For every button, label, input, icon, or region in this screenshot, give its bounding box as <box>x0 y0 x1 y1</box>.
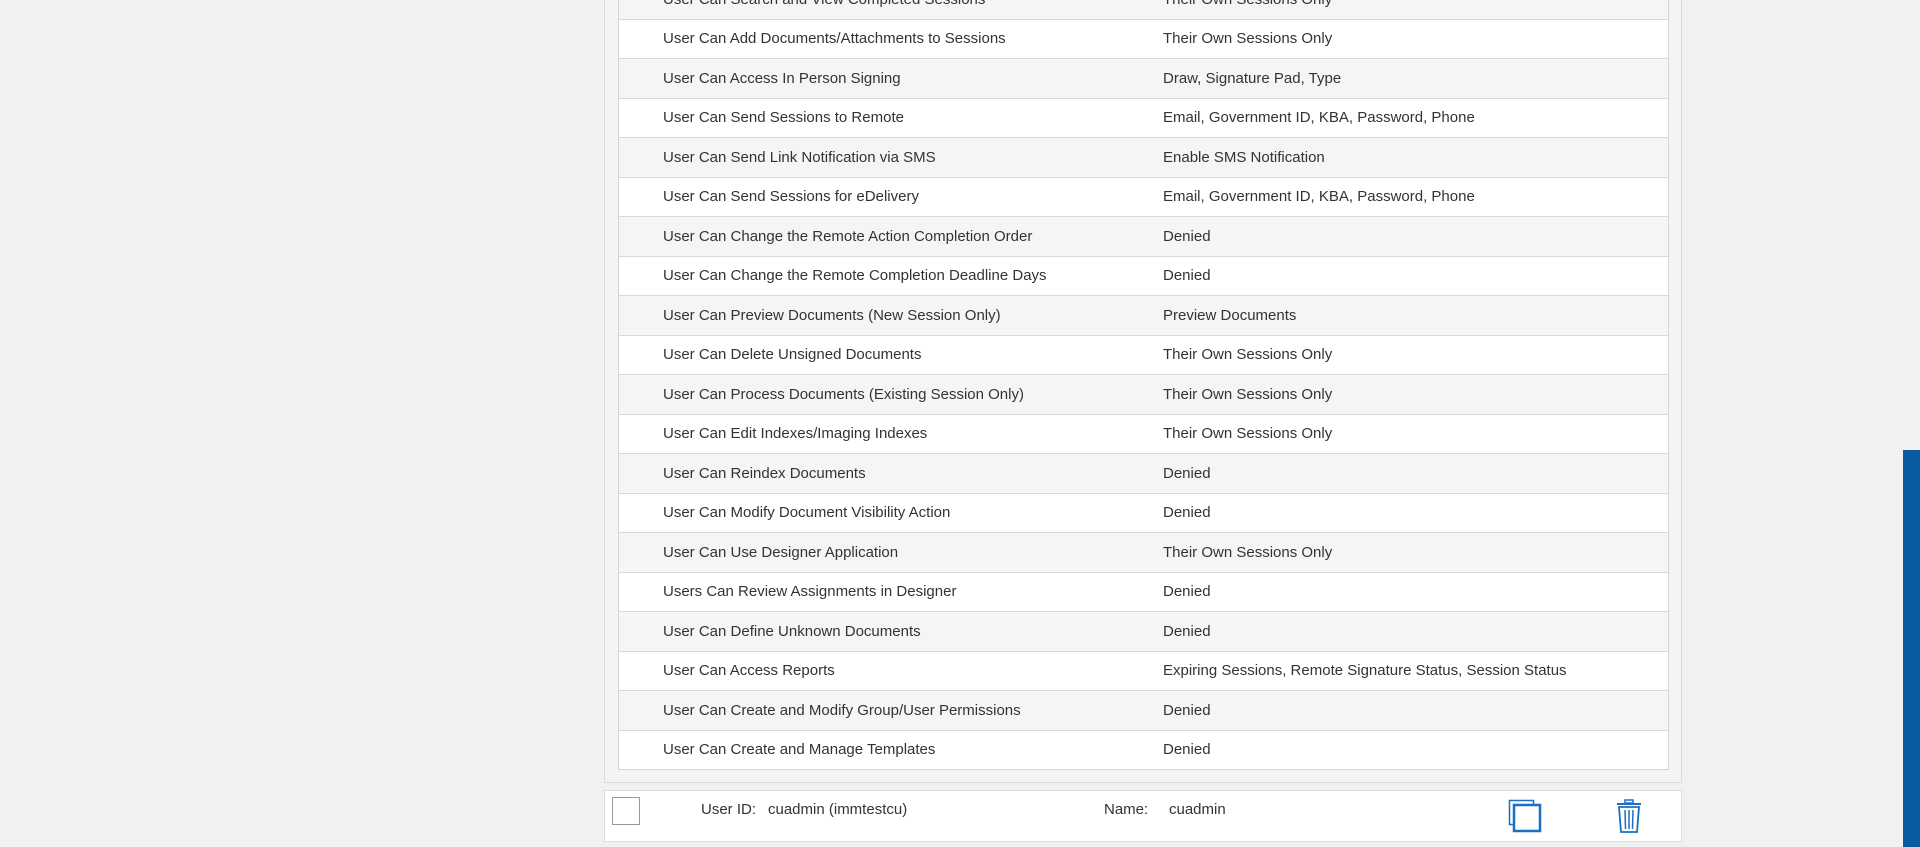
permission-name: User Can Access In Person Signing <box>663 69 901 87</box>
permission-name: User Can Process Documents (Existing Ses… <box>663 385 1024 403</box>
permission-value: Draw, Signature Pad, Type <box>1163 69 1342 87</box>
permission-name: User Can Define Unknown Documents <box>663 622 921 640</box>
permission-value: Denied <box>1163 622 1211 640</box>
permission-value: Their Own Sessions Only <box>1163 385 1333 403</box>
name-value: cuadmin <box>1169 801 1226 818</box>
permission-name: User Can Send Sessions for eDelivery <box>663 188 919 206</box>
scrollbar-thumb[interactable] <box>1903 450 1920 847</box>
permission-row: User Can Send Sessions for eDelivery Emai… <box>619 178 1668 217</box>
permission-row: User Can Access Reports Expiring Sessions… <box>619 652 1668 691</box>
user-row: User ID: cuadmin (immtestcu) Name: cuadm… <box>604 790 1682 842</box>
permission-value: Their Own Sessions Only <box>1163 0 1332 8</box>
permission-name: User Can Edit Indexes/Imaging Indexes <box>663 425 928 443</box>
permission-row: User Can Change the Remote Action Comple… <box>619 217 1668 257</box>
permission-value: Denied <box>1163 464 1211 482</box>
user-id-label: User ID: <box>701 801 757 818</box>
permission-row: User Can Edit Indexes/Imaging Indexes The… <box>619 415 1668 454</box>
permission-row: User Can Send Link Notification via SMS E… <box>619 138 1668 178</box>
permission-row: User Can Delete Unsigned Documents Their … <box>619 336 1668 375</box>
permission-value: Their Own Sessions Only <box>1163 543 1333 561</box>
permission-name: User Can Send Link Notification via SMS <box>663 148 936 166</box>
permission-row: User Can Process Documents (Existing Ses… <box>619 375 1668 415</box>
permission-name: User Can Change the Remote Completion De… <box>663 267 1047 285</box>
permission-value: Denied <box>1163 583 1211 601</box>
permission-row: User Can Access In Person Signing Draw, S… <box>619 59 1668 99</box>
permission-row: User Can Create and Modify Group/User Pe… <box>619 691 1668 731</box>
permission-name: User Can Delete Unsigned Documents <box>663 346 922 364</box>
permission-value: Expiring Sessions, Remote Signature Stat… <box>1163 662 1567 680</box>
permission-row: User Can Add Documents/Attachments to Se… <box>619 20 1668 59</box>
permission-value: Denied <box>1163 227 1211 245</box>
name-label: Name: <box>1104 801 1149 818</box>
permission-value: Denied <box>1163 504 1211 522</box>
permission-value: Their Own Sessions Only <box>1163 425 1333 443</box>
permission-name: User Can Search and View Completed Sessi… <box>619 0 1163 8</box>
permission-row: User Can Create and Manage Templates Deni… <box>619 731 1668 770</box>
permission-name: User Can Send Sessions to Remote <box>663 109 904 127</box>
permission-row: User Can Preview Documents (New Session … <box>619 296 1668 336</box>
permission-row: User Can Define Unknown Documents Denied <box>619 612 1668 652</box>
permission-value: Enable SMS Notification <box>1163 148 1325 166</box>
permission-name: User Can Create and Manage Templates <box>663 741 936 759</box>
permission-row: User Can Modify Document Visibility Acti… <box>619 494 1668 533</box>
permission-name: User Can Reindex Documents <box>663 464 866 482</box>
trash-icon[interactable] <box>1615 799 1643 833</box>
permission-value: Email, Government ID, KBA, Password, Pho… <box>1163 109 1475 127</box>
permission-value: Their Own Sessions Only <box>1163 30 1333 48</box>
permission-row: User Can Reindex Documents Denied <box>619 454 1668 494</box>
permission-row: User Can Change the Remote Completion De… <box>619 257 1668 296</box>
permission-value: Denied <box>1163 267 1211 285</box>
permission-row: Users Can Review Assignments in Designer… <box>619 573 1668 612</box>
permissions-table: User Can Search and View Completed Sessi… <box>618 0 1669 770</box>
permission-value: Their Own Sessions Only <box>1163 346 1333 364</box>
permission-value: Denied <box>1163 701 1211 719</box>
permission-name: User Can Preview Documents (New Session … <box>663 306 1001 324</box>
permission-row: User Can Use Designer Application Their O… <box>619 533 1668 573</box>
permission-row: User Can Send Sessions to Remote Email, G… <box>619 99 1668 138</box>
permission-name: User Can Use Designer Application <box>663 543 899 561</box>
permission-name: Users Can Review Assignments in Designer <box>663 583 957 601</box>
permission-value: Denied <box>1163 741 1211 759</box>
user-id-value: cuadmin (immtestcu) <box>768 801 908 818</box>
permission-name: User Can Change the Remote Action Comple… <box>663 227 1033 245</box>
copy-icon[interactable] <box>1508 799 1542 833</box>
user-select-checkbox[interactable] <box>612 797 640 825</box>
permission-name: User Can Add Documents/Attachments to Se… <box>663 30 1006 48</box>
permission-row: User Can Search and View Completed Sessi… <box>619 0 1668 20</box>
permission-value: Preview Documents <box>1163 306 1297 324</box>
permission-value: Email, Government ID, KBA, Password, Pho… <box>1163 188 1475 206</box>
permission-name: User Can Access Reports <box>663 662 835 680</box>
permission-name: User Can Create and Modify Group/User Pe… <box>663 701 1021 719</box>
permission-name: User Can Modify Document Visibility Acti… <box>663 504 951 522</box>
